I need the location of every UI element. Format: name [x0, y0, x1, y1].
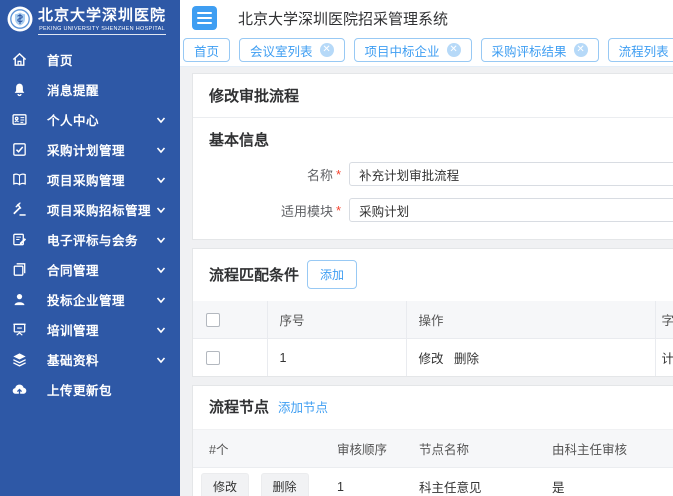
sidebar-item-procurement-plan[interactable]: 采购计划管理: [0, 134, 180, 164]
chevron-down-icon: [156, 174, 166, 184]
close-icon[interactable]: ✕: [320, 43, 334, 57]
module-select[interactable]: 采购计划: [349, 198, 673, 222]
order-cell: 1: [325, 468, 407, 496]
col-actions-header: #个: [193, 430, 325, 468]
basic-info-form: 名称 * 补充计划审批流程 适用模块 * 采购计划: [193, 162, 673, 239]
section-match-conditions-title: 流程匹配条件: [209, 264, 299, 285]
id-card-icon: [11, 111, 28, 128]
chevron-down-icon: [156, 144, 166, 154]
add-condition-button[interactable]: 添加: [307, 260, 357, 289]
book-icon: [11, 171, 28, 188]
sidebar-item-upload-update[interactable]: 上传更新包: [0, 374, 180, 404]
sidebar-menu: 首页 消息提醒 个人中心 采购计划管理 项目采购管理 项目采购招标管理: [0, 44, 180, 404]
presentation-icon: [11, 321, 28, 338]
select-all-checkbox[interactable]: [206, 313, 220, 327]
gavel-icon: [11, 201, 28, 218]
files-icon: [11, 261, 28, 278]
page-title: 修改审批流程: [193, 74, 673, 118]
main-area: 北京大学深圳医院招采管理系统 首页 会议室列表 ✕ 项目中标企业 ✕ 采购评标结…: [180, 0, 673, 496]
col-name-header: 节点名称: [407, 430, 540, 468]
process-nodes-card: 流程节点 添加节点 #个 审核顺序 节点名称 由科主任审核 修改: [192, 385, 673, 496]
edit-button[interactable]: 修改: [201, 473, 249, 496]
module-field-label: 适用模块: [193, 201, 333, 220]
home-icon: [11, 51, 28, 68]
sidebar-item-notifications[interactable]: 消息提醒: [0, 74, 180, 104]
hospital-name-en: PEKING UNIVERSITY SHENZHEN HOSPITAL: [38, 25, 166, 35]
delete-button[interactable]: 删除: [261, 473, 309, 496]
chevron-down-icon: [156, 294, 166, 304]
close-icon[interactable]: ✕: [447, 43, 461, 57]
table-header-row: #个 审核顺序 节点名称 由科主任审核: [193, 430, 673, 468]
basic-info-card: 修改审批流程 基本信息 名称 * 补充计划审批流程 适用模块 * 采购计划: [192, 73, 673, 240]
hospital-name-cn: 北京大学深圳医院: [38, 4, 166, 25]
chevron-down-icon: [156, 114, 166, 124]
required-asterisk: *: [336, 203, 341, 218]
sidebar-item-personal-center[interactable]: 个人中心: [0, 104, 180, 134]
hospital-logo: 北京大学深圳医院 PEKING UNIVERSITY SHENZHEN HOSP…: [0, 0, 180, 35]
tab-process-list[interactable]: 流程列表 ✕: [608, 38, 673, 62]
clipped-cell: 计: [655, 339, 673, 377]
col-clipped-header: 字: [655, 301, 673, 339]
plan-check-icon: [11, 141, 28, 158]
process-nodes-table: #个 审核顺序 节点名称 由科主任审核 修改 删除 1 科主任意见: [193, 429, 673, 496]
name-field-label: 名称: [193, 165, 333, 184]
col-action-header: 操作: [406, 301, 655, 339]
app-title: 北京大学深圳医院招采管理系统: [238, 8, 448, 29]
name-input[interactable]: 补充计划审批流程: [349, 162, 673, 186]
tab-winning-enterprises[interactable]: 项目中标企业 ✕: [354, 38, 472, 62]
sidebar-item-bidding-management[interactable]: 项目采购招标管理: [0, 194, 180, 224]
delete-link[interactable]: 删除: [454, 352, 479, 366]
tab-meeting-room-list[interactable]: 会议室列表 ✕: [239, 38, 345, 62]
sidebar-item-base-data[interactable]: 基础资料: [0, 344, 180, 374]
sidebar-item-e-evaluation[interactable]: 电子评标与会务: [0, 224, 180, 254]
sidebar: 北京大学深圳医院 PEKING UNIVERSITY SHENZHEN HOSP…: [0, 0, 180, 496]
chevron-down-icon: [156, 204, 166, 214]
form-row-name: 名称 * 补充计划审批流程: [193, 162, 673, 186]
sidebar-item-home[interactable]: 首页: [0, 44, 180, 74]
table-header-row: 序号 操作 字: [193, 301, 673, 339]
match-conditions-card: 流程匹配条件 添加 序号 操作 字 1: [192, 248, 673, 377]
col-order-header: 审核顺序: [325, 430, 407, 468]
cloud-upload-icon: [11, 381, 28, 398]
col-dept-head-header: 由科主任审核: [540, 430, 673, 468]
match-conditions-table: 序号 操作 字 1 修改 删除 计: [193, 301, 673, 376]
section-basic-info-title: 基本信息: [193, 118, 673, 150]
sidebar-item-bidder-enterprises[interactable]: 投标企业管理: [0, 284, 180, 314]
close-icon[interactable]: ✕: [574, 43, 588, 57]
tab-home[interactable]: 首页: [183, 38, 230, 62]
chevron-down-icon: [156, 234, 166, 244]
sidebar-item-training[interactable]: 培训管理: [0, 314, 180, 344]
hospital-logo-icon: [7, 6, 33, 32]
layers-icon: [11, 351, 28, 368]
chevron-down-icon: [156, 354, 166, 364]
tab-bar: 首页 会议室列表 ✕ 项目中标企业 ✕ 采购评标结果 ✕ 流程列表 ✕ 流程 ✕: [180, 36, 673, 67]
sidebar-item-project-procurement[interactable]: 项目采购管理: [0, 164, 180, 194]
top-header: 北京大学深圳医院招采管理系统: [180, 0, 673, 36]
hamburger-menu-button[interactable]: [192, 6, 217, 30]
row-checkbox[interactable]: [206, 351, 220, 365]
chevron-down-icon: [156, 324, 166, 334]
form-row-module: 适用模块 * 采购计划: [193, 198, 673, 222]
table-row: 修改 删除 1 科主任意见 是: [193, 468, 673, 496]
content-area: 修改审批流程 基本信息 名称 * 补充计划审批流程 适用模块 * 采购计划 流程…: [180, 67, 673, 496]
sidebar-item-contract-management[interactable]: 合同管理: [0, 254, 180, 284]
dept-head-cell: 是: [540, 468, 673, 496]
chevron-down-icon: [156, 264, 166, 274]
doc-edit-icon: [11, 231, 28, 248]
section-process-nodes-title: 流程节点: [209, 396, 269, 417]
required-asterisk: *: [336, 167, 341, 182]
seq-cell: 1: [267, 339, 406, 377]
add-node-link[interactable]: 添加节点: [278, 397, 328, 416]
node-name-cell: 科主任意见: [407, 468, 540, 496]
col-seq-header: 序号: [267, 301, 406, 339]
user-icon: [11, 291, 28, 308]
table-row: 1 修改 删除 计: [193, 339, 673, 377]
edit-link[interactable]: 修改: [419, 352, 444, 366]
bell-icon: [11, 81, 28, 98]
tab-evaluation-results[interactable]: 采购评标结果 ✕: [481, 38, 599, 62]
